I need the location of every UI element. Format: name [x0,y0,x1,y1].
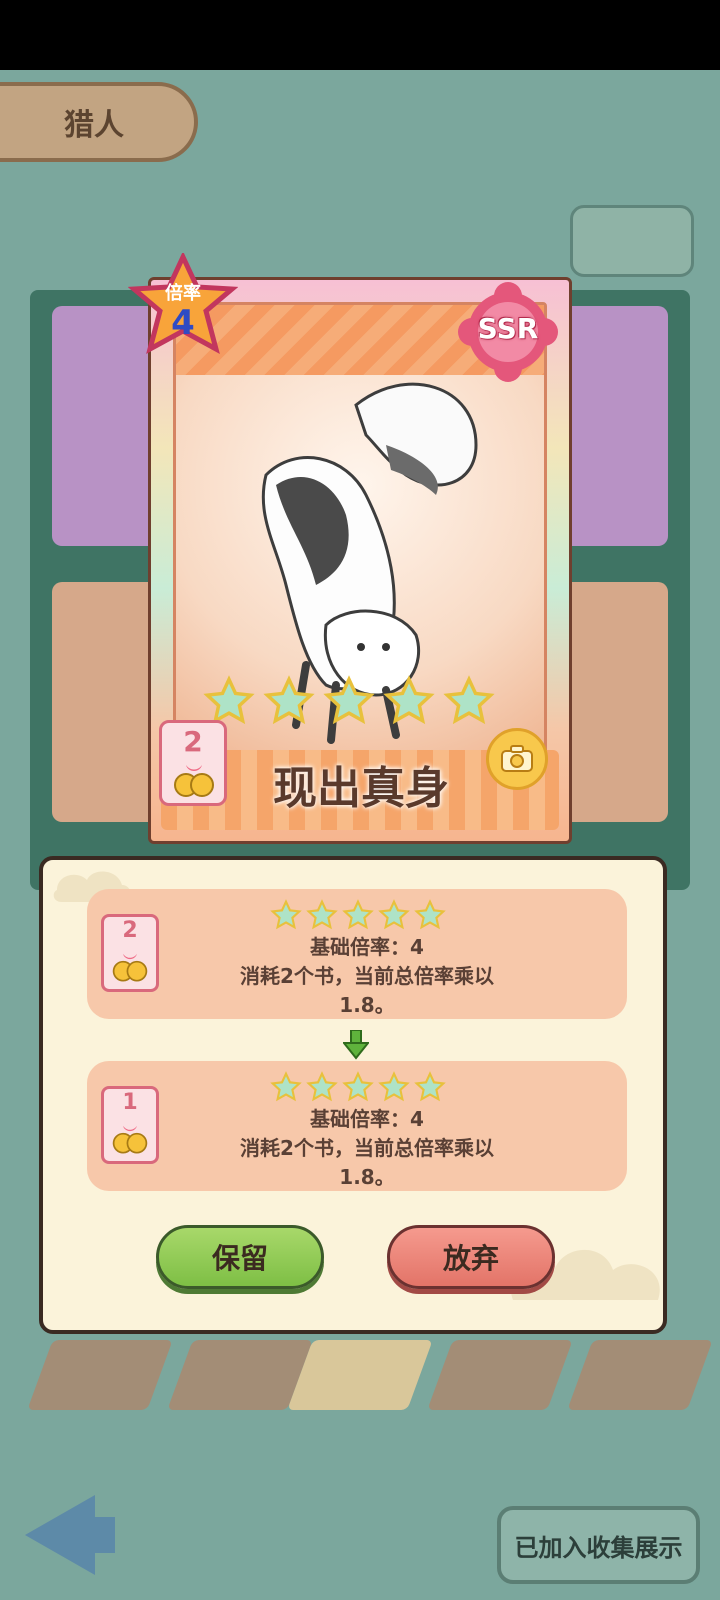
multiplier-label: 倍率 [165,283,201,304]
star-icon [413,1071,446,1102]
base-multiplier-text: 基础倍率：4 [310,1107,424,1131]
next-card-info: 1 基础倍率：4 消耗2个书，当前总倍率乘以 1.8。 [87,1061,627,1191]
character-floor [0,1320,720,1440]
effect-value-text: 1.8。 [339,1165,395,1189]
star-icon [269,1071,302,1102]
collection-display-button[interactable]: 已加入收集展示 [497,1506,700,1584]
star-icon [377,899,410,930]
rarity-text: SSR [477,312,539,345]
base-multiplier-text: 基础倍率：4 [310,935,424,959]
next-cost-badge: 1 [101,1086,159,1164]
next-cost-value: 1 [122,1090,138,1115]
bell-icon [112,1125,148,1154]
effect-text: 消耗2个书，当前总倍率乘以 [240,1136,494,1160]
star-icon [383,675,435,725]
star-icon [341,899,374,930]
star-icon [341,1071,374,1102]
card-cost-value: 2 [183,725,203,758]
card-cost-badge: 2 [159,720,227,806]
star-icon [269,899,302,930]
status-bar [0,0,720,70]
card-name: 现出真身 [273,763,449,814]
rarity-badge: SSR [458,282,558,382]
current-cost-value: 2 [122,918,138,943]
star-icon [443,675,495,725]
effect-text: 消耗2个书，当前总倍率乘以 [240,964,494,988]
next-card-description: 基础倍率：4 消耗2个书，当前总倍率乘以 1.8。 [167,1105,567,1192]
back-arrow-tail [90,1517,115,1553]
category-tab[interactable]: 猎人 [0,82,198,162]
effect-value-text: 1.8。 [339,993,395,1017]
star-icon [323,675,375,725]
background-card [52,582,162,822]
current-card-info: 2 基础倍率：4 消耗2个书，当前总倍率乘以 1.8。 [87,889,627,1019]
star-icon [377,1071,410,1102]
camera-icon [501,745,533,772]
star-icon [305,1071,338,1102]
back-arrow-icon[interactable] [25,1495,95,1575]
down-arrow-icon [343,1030,369,1060]
multiplier-badge: 倍率 4 [127,251,239,363]
camera-button[interactable] [486,728,548,790]
star-icon [305,899,338,930]
discard-button[interactable]: 放弃 [387,1225,555,1289]
background-card [558,306,668,546]
bell-icon [174,765,214,797]
bell-icon [112,953,148,982]
star-icon [263,675,315,725]
side-menu-button[interactable] [570,205,694,277]
current-star-rating [265,899,450,931]
background-card [558,582,668,822]
star-icon [413,899,446,930]
keep-button[interactable]: 保留 [156,1225,324,1289]
card-star-rating [199,675,499,735]
multiplier-value: 4 [171,303,195,343]
card-replace-dialog: 2 基础倍率：4 消耗2个书，当前总倍率乘以 1.8。 1 基础倍率：4 消耗2… [39,856,667,1334]
next-star-rating [265,1071,450,1103]
current-card-description: 基础倍率：4 消耗2个书，当前总倍率乘以 1.8。 [167,933,567,1020]
current-cost-badge: 2 [101,914,159,992]
